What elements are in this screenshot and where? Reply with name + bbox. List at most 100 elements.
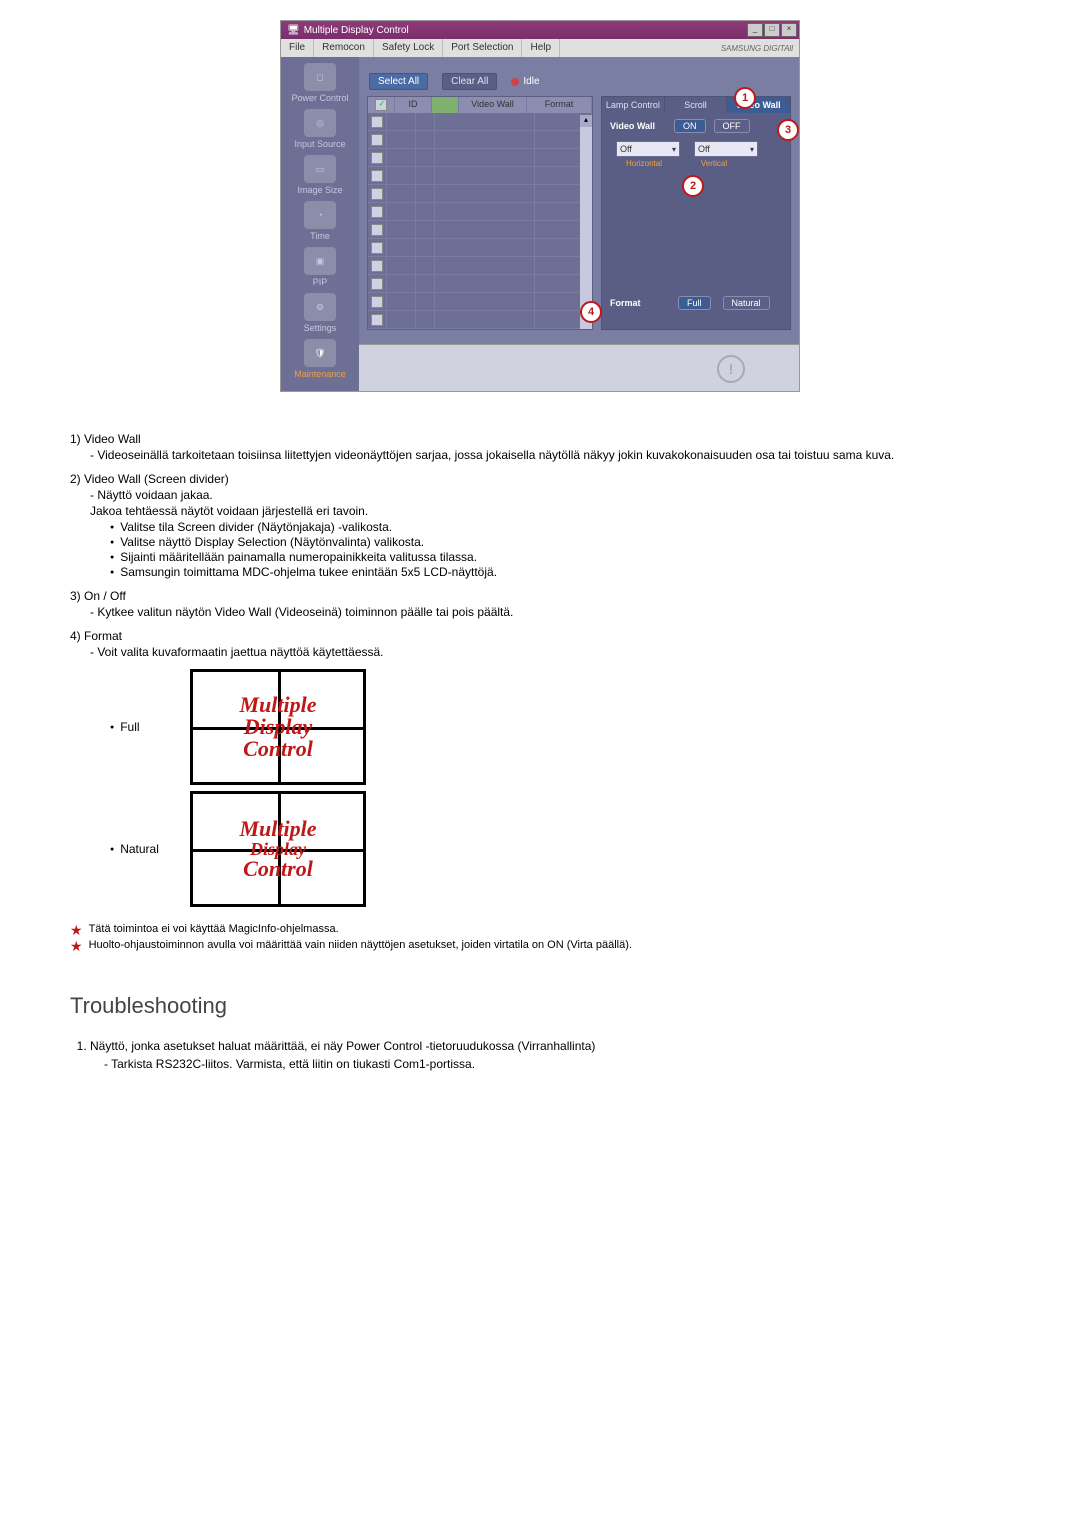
callout-4: 4 (580, 301, 602, 323)
app-screenshot: 🖥 Multiple Display Control _ □ × File Re… (280, 20, 800, 392)
vertical-label: Vertical (686, 159, 742, 168)
col-format[interactable]: Format (527, 97, 592, 113)
film-icon: ▭ (304, 155, 336, 183)
sidebar-item-image-size[interactable]: ▭ Image Size (285, 155, 355, 195)
maximize-button[interactable]: □ (764, 23, 780, 37)
tab-scroll[interactable]: Scroll (665, 97, 728, 113)
sidebar-item-settings[interactable]: ⚙ Settings (285, 293, 355, 333)
close-button[interactable]: × (781, 23, 797, 37)
star-icon: ★ (70, 939, 83, 953)
tab-lamp-control[interactable]: Lamp Control (602, 97, 665, 113)
menu-help[interactable]: Help (522, 39, 560, 57)
doc-item-2-bullet: Samsungin toimittama MDC-ohjelma tukee e… (110, 565, 1010, 579)
table-row[interactable] (368, 311, 592, 329)
callout-1: 1 (734, 87, 756, 109)
app-title: Multiple Display Control (304, 25, 409, 36)
troubleshooting-list: Näyttö, jonka asetukset haluat määrittää… (70, 1039, 1010, 1071)
full-button[interactable]: Full (678, 296, 711, 310)
doc-item-2-sub2: Jakoa tehtäessä näytöt voidaan järjestel… (90, 504, 1010, 518)
natural-button[interactable]: Natural (723, 296, 770, 310)
horizontal-label: Horizontal (616, 159, 672, 168)
col-check[interactable] (368, 97, 395, 113)
col-id[interactable]: ID (395, 97, 432, 113)
gear-icon: ⚙ (304, 293, 336, 321)
doc-item-2-bullet: Sijainti määritellään painamalla numerop… (110, 550, 1010, 564)
clear-all-button[interactable]: Clear All (442, 73, 497, 90)
note-1: Tätä toimintoa ei voi käyttää MagicInfo-… (89, 923, 339, 937)
table-row[interactable] (368, 185, 592, 203)
doc-item-4-desc: Voit valita kuvaformaatin jaettua näyttö… (90, 645, 1010, 659)
sidebar-item-power-control[interactable]: ◻ Power Control (285, 63, 355, 103)
notes-block: ★ Tätä toimintoa ei voi käyttää MagicInf… (70, 923, 1010, 953)
table-row[interactable] (368, 221, 592, 239)
minimize-button[interactable]: _ (747, 23, 763, 37)
sample-full-diagram: Multiple Display Control (190, 669, 366, 785)
table-row[interactable] (368, 293, 592, 311)
horizontal-select[interactable]: Off▾ (616, 141, 680, 157)
titlebar: 🖥 Multiple Display Control _ □ × (281, 21, 799, 39)
app-window: 🖥 Multiple Display Control _ □ × File Re… (280, 20, 800, 392)
table-row[interactable] (368, 257, 592, 275)
sidebar-item-pip[interactable]: ▣ PIP (285, 247, 355, 287)
menu-file[interactable]: File (281, 39, 314, 57)
table-row[interactable] (368, 275, 592, 293)
trouble-item-1: Näyttö, jonka asetukset haluat määrittää… (90, 1039, 595, 1053)
note-2: Huolto-ohjaustoiminnon avulla voi määrit… (89, 939, 632, 953)
video-wall-toggle-row: Video Wall ON OFF (602, 113, 790, 139)
doc-item-3-title: 3) On / Off (70, 589, 1010, 603)
format-label: Format (610, 298, 666, 308)
table-row[interactable] (368, 239, 592, 257)
scroll-up-icon[interactable]: ▴ (580, 115, 592, 127)
idle-dot-icon (511, 78, 519, 86)
format-row: Format Full Natural (602, 288, 790, 318)
sample-full-label: Full (110, 720, 170, 734)
status-bar: ! (359, 344, 799, 391)
window-buttons: _ □ × (747, 23, 797, 37)
table-row[interactable] (368, 131, 592, 149)
off-button[interactable]: OFF (714, 119, 750, 133)
col-video-wall[interactable]: Video Wall (459, 97, 527, 113)
toolbar: Select All Clear All Idle (359, 57, 799, 96)
documentation-list: 1) Video Wall Videoseinällä tarkoitetaan… (70, 432, 1010, 659)
doc-item-1-title: 1) Video Wall (70, 432, 1010, 446)
cube-icon: ◻ (304, 63, 336, 91)
trouble-item-1-sub: Tarkista RS232C-liitos. Varmista, että l… (104, 1057, 1010, 1071)
chevron-down-icon: ▾ (672, 145, 676, 154)
warning-icon: ! (717, 355, 745, 383)
clock-icon: ◔ (304, 201, 336, 229)
sidebar-item-time[interactable]: ◔ Time (285, 201, 355, 241)
sidebar: ◻ Power Control ◎ Input Source ▭ Image S… (281, 57, 359, 391)
vertical-select[interactable]: Off▾ (694, 141, 758, 157)
grid-header: ID Video Wall Format (368, 97, 592, 113)
brand-label: SAMSUNG DIGITAll (721, 44, 799, 53)
table-row[interactable] (368, 149, 592, 167)
menu-remocon[interactable]: Remocon (314, 39, 374, 57)
doc-item-2-sub1: Näyttö voidaan jakaa. (90, 488, 1010, 502)
select-all-button[interactable]: Select All (369, 73, 428, 90)
sidebar-item-maintenance[interactable]: 🛡 Maintenance (285, 339, 355, 379)
table-row[interactable] (368, 203, 592, 221)
divider-dropdowns: Off▾ Off▾ (602, 139, 790, 159)
scrollbar[interactable]: ▴ (580, 115, 592, 329)
menu-port-selection[interactable]: Port Selection (443, 39, 522, 57)
sample-natural-diagram: Multiple Display Control (190, 791, 366, 907)
video-wall-label: Video Wall (610, 121, 666, 131)
star-icon: ★ (70, 923, 83, 937)
sample-natural-label: Natural (110, 842, 170, 856)
on-button[interactable]: ON (674, 119, 706, 133)
table-row[interactable] (368, 167, 592, 185)
idle-label: Idle (523, 76, 539, 87)
callout-2: 2 (682, 175, 704, 197)
pip-icon: ▣ (304, 247, 336, 275)
sidebar-item-input-source[interactable]: ◎ Input Source (285, 109, 355, 149)
doc-item-2-title: 2) Video Wall (Screen divider) (70, 472, 1010, 486)
menu-safety-lock[interactable]: Safety Lock (374, 39, 443, 57)
format-samples: Full Multiple Display Control Natural Mu… (110, 669, 1010, 913)
troubleshooting-heading: Troubleshooting (70, 993, 1010, 1019)
table-row[interactable] (368, 113, 592, 131)
idle-indicator: Idle (511, 76, 539, 87)
device-grid: ID Video Wall Format (367, 96, 593, 330)
disc-icon: ◎ (304, 109, 336, 137)
main-area: Select All Clear All Idle ID Video Wall (359, 57, 799, 391)
grid-body (368, 113, 592, 329)
